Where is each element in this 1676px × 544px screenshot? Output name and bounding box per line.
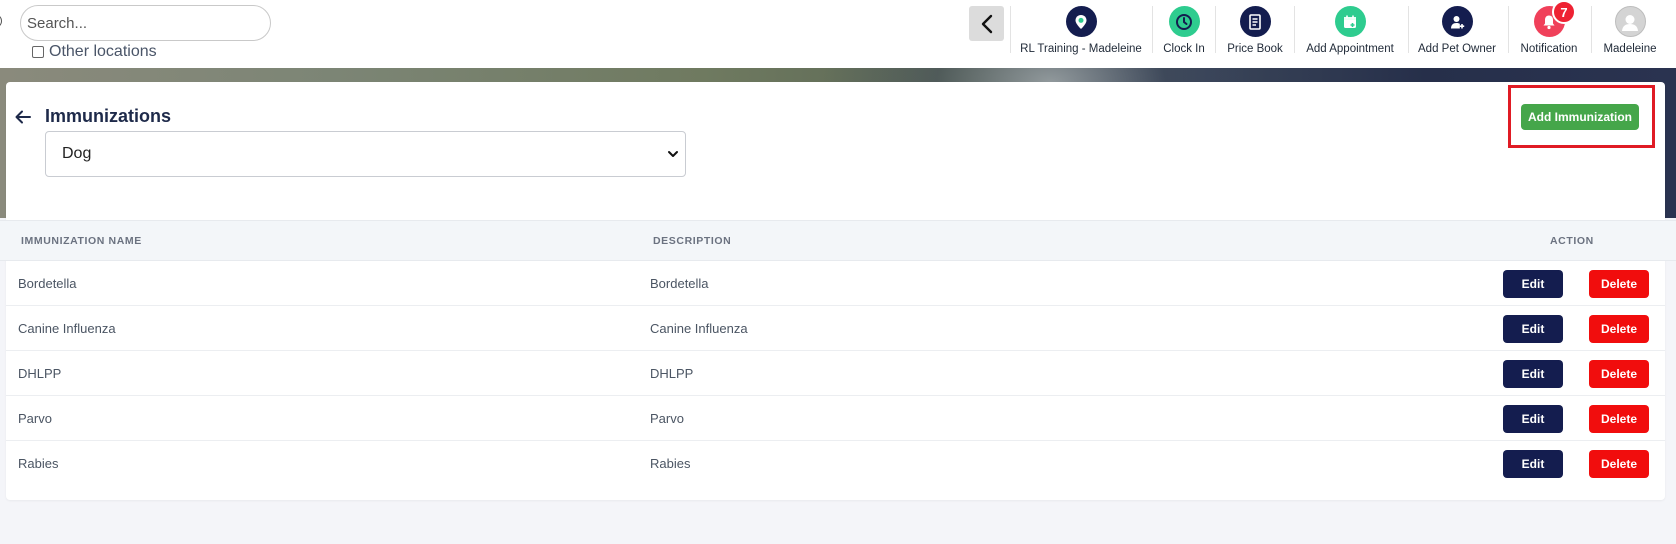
edit-button[interactable]: Edit: [1503, 360, 1563, 388]
immunization-description: Bordetella: [650, 276, 709, 291]
column-header-description: DESCRIPTION: [653, 235, 732, 247]
immunization-name: Canine Influenza: [18, 321, 116, 336]
table-row: Canine Influenza Canine Influenza Edit D…: [6, 306, 1665, 351]
immunization-description: DHLPP: [650, 366, 694, 381]
other-locations-checkbox[interactable]: Other locations: [32, 43, 157, 61]
top-bar: Other locations RL Training - Madeleine …: [0, 0, 1676, 68]
nav-location-label: RL Training - Madeleine: [1020, 43, 1142, 55]
nav-divider: [1152, 6, 1153, 53]
clock-icon: [1168, 6, 1200, 37]
nav-divider: [1215, 6, 1216, 53]
checkbox-icon[interactable]: [32, 46, 44, 58]
nav-divider: [1294, 6, 1295, 53]
immunization-description: Canine Influenza: [650, 321, 748, 336]
immunization-description: Rabies: [650, 456, 691, 471]
nav-user-profile[interactable]: Madeleine: [1597, 6, 1663, 56]
nav-notification-label: Notification: [1520, 43, 1578, 55]
nav-clock-in[interactable]: Clock In: [1158, 6, 1210, 56]
nav-add-appointment-label: Add Appointment: [1306, 43, 1394, 55]
nav-add-pet-owner-label: Add Pet Owner: [1418, 43, 1496, 55]
back-arrow-icon[interactable]: [14, 108, 32, 126]
immunization-description: Parvo: [650, 411, 684, 426]
delete-button[interactable]: Delete: [1589, 450, 1649, 478]
immunization-name: Parvo: [18, 411, 52, 426]
delete-button[interactable]: Delete: [1589, 405, 1649, 433]
nav-divider: [1010, 6, 1011, 53]
nav-location[interactable]: RL Training - Madeleine: [1018, 6, 1144, 56]
location-radio-icon[interactable]: [0, 14, 2, 28]
delete-button[interactable]: Delete: [1589, 270, 1649, 298]
nav-price-book[interactable]: Price Book: [1222, 6, 1288, 56]
chevron-down-icon: [668, 151, 678, 157]
edit-button[interactable]: Edit: [1503, 315, 1563, 343]
nav-divider: [1408, 6, 1409, 53]
edit-button[interactable]: Edit: [1503, 270, 1563, 298]
document-icon: [1239, 6, 1271, 37]
edit-button[interactable]: Edit: [1503, 450, 1563, 478]
user-plus-icon: [1441, 6, 1473, 37]
delete-button[interactable]: Delete: [1589, 360, 1649, 388]
species-select-value: Dog: [62, 145, 92, 162]
nav-user-label: Madeleine: [1603, 43, 1657, 55]
table-row: Bordetella Bordetella Edit Delete: [6, 261, 1665, 306]
notification-badge: 7: [1552, 0, 1576, 24]
table-row: Parvo Parvo Edit Delete: [6, 396, 1665, 441]
nav-clock-in-label: Clock In: [1163, 43, 1205, 55]
nav-divider: [1508, 6, 1509, 53]
calendar-plus-icon: [1334, 6, 1366, 37]
page-title: Immunizations: [45, 106, 172, 126]
chevron-left-icon: [981, 14, 992, 33]
immunization-name: Rabies: [18, 456, 59, 471]
column-header-name: IMMUNIZATION NAME: [21, 235, 142, 247]
collapse-button[interactable]: [969, 6, 1004, 41]
nav-price-book-label: Price Book: [1227, 43, 1283, 55]
nav-add-pet-owner[interactable]: Add Pet Owner: [1414, 6, 1500, 56]
search-input[interactable]: [20, 5, 271, 41]
table-header: IMMUNIZATION NAME DESCRIPTION ACTION: [0, 220, 1676, 261]
table-row: DHLPP DHLPP Edit Delete: [6, 351, 1665, 396]
other-locations-label: Other locations: [49, 43, 157, 60]
add-immunization-button[interactable]: Add Immunization: [1521, 104, 1639, 130]
immunization-name: DHLPP: [18, 366, 62, 381]
column-header-action: ACTION: [1550, 235, 1594, 247]
location-pin-icon: [1065, 6, 1097, 37]
table-row: Rabies Rabies Edit Delete: [6, 441, 1665, 486]
nav-add-appointment[interactable]: Add Appointment: [1300, 6, 1400, 56]
nav-notification[interactable]: 7 Notification: [1514, 0, 1584, 56]
nav-divider: [1591, 6, 1592, 53]
edit-button[interactable]: Edit: [1503, 405, 1563, 433]
delete-button[interactable]: Delete: [1589, 315, 1649, 343]
species-select[interactable]: Dog: [45, 131, 686, 177]
immunization-name: Bordetella: [18, 276, 77, 291]
avatar-icon: [1614, 6, 1646, 37]
